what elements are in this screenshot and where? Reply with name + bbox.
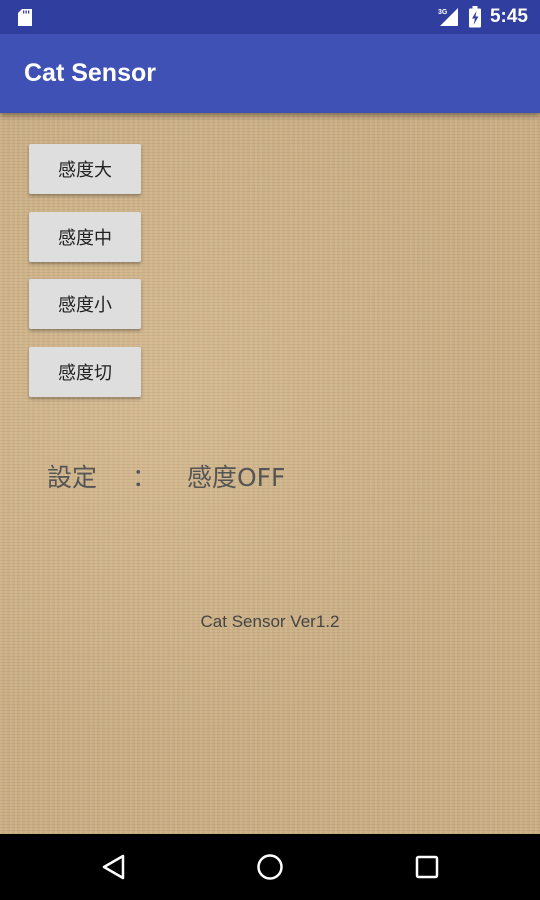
- sensitivity-high-button[interactable]: 感度大: [29, 144, 141, 194]
- navigation-bar: [0, 834, 540, 900]
- version-label: Cat Sensor Ver1.2: [200, 612, 340, 631]
- screen: 3G 5:45 Cat Sensor 感度大 感度中 感度小 感度切 設定：感度…: [0, 0, 540, 900]
- status-bar: 3G 5:45: [0, 0, 540, 34]
- setting-row: 設定 ： 感度OFF: [47, 458, 285, 494]
- back-button[interactable]: [93, 847, 133, 887]
- signal-icon: 3G: [438, 8, 458, 26]
- sd-card-icon: [18, 9, 32, 26]
- back-icon: [102, 854, 125, 880]
- setting-value: 感度OFF: [187, 463, 286, 492]
- sensitivity-off-button[interactable]: 感度切: [29, 347, 141, 397]
- battery-icon: [468, 6, 481, 28]
- recent-apps-icon: [415, 855, 439, 879]
- setting-separator: ：: [132, 463, 158, 492]
- status-clock: 5:45: [489, 6, 528, 27]
- recent-apps-button[interactable]: [407, 847, 447, 887]
- network-type-label: 3G: [438, 9, 448, 16]
- sensitivity-low-button[interactable]: 感度小: [29, 279, 141, 329]
- status-icons: 3G 5:45: [436, 0, 528, 34]
- setting-label: 設定: [47, 463, 98, 492]
- home-button[interactable]: [250, 847, 290, 887]
- home-icon: [257, 854, 283, 880]
- app-bar: Cat Sensor: [0, 34, 540, 113]
- app-title: Cat Sensor: [24, 59, 156, 87]
- main-content: 感度大 感度中 感度小 感度切 設定 ： 感度OFF Cat Sensor Ver1…: [0, 113, 540, 834]
- sensitivity-medium-button[interactable]: 感度中: [29, 212, 141, 262]
